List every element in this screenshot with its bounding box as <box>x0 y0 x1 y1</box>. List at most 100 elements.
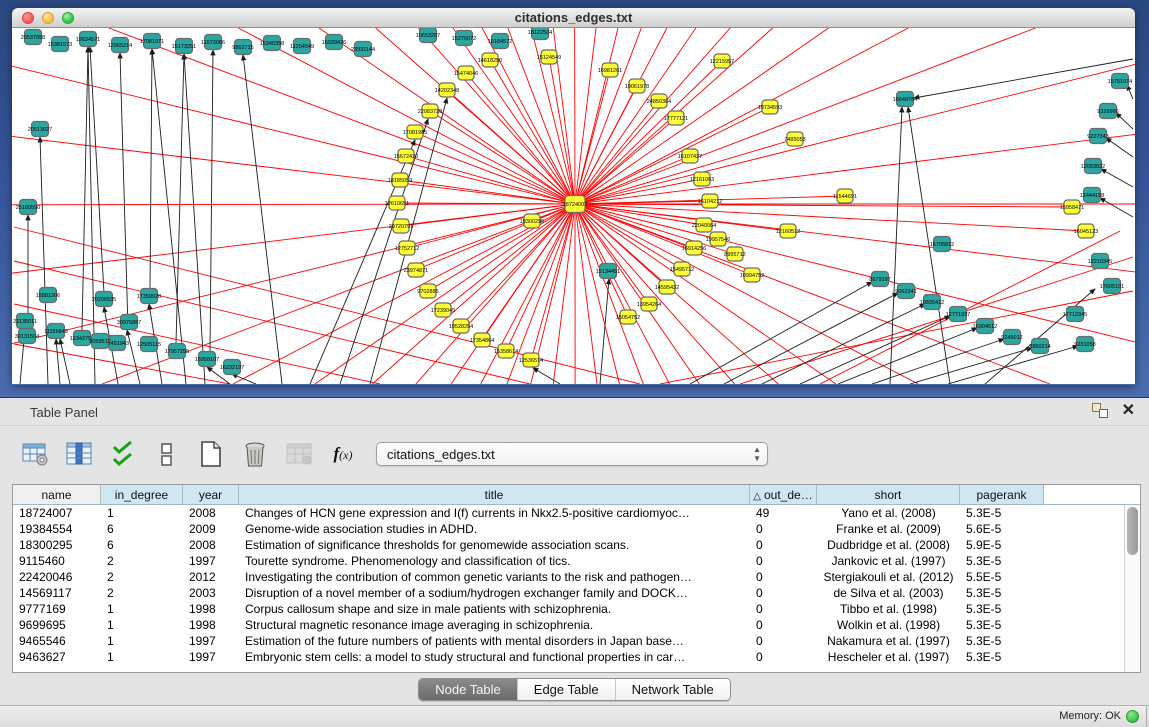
show-all-columns-button[interactable] <box>106 437 140 471</box>
graph-node[interactable]: 16104212 <box>698 194 722 208</box>
table-cell[interactable]: 1 <box>101 617 183 633</box>
graph-node[interactable]: 10994752 <box>740 268 764 282</box>
table-cell[interactable]: 0 <box>750 569 817 585</box>
table-cell[interactable]: 0 <box>750 601 817 617</box>
graph-node[interactable]: 9862715 <box>232 40 253 55</box>
column-header-name[interactable]: name <box>13 485 101 504</box>
table-cell[interactable]: Changes of HCN gene expression and I(f) … <box>239 505 750 521</box>
graph-node[interactable]: 15134451 <box>596 264 620 279</box>
table-cell[interactable]: 5.5E-5 <box>960 569 1044 585</box>
graph-node[interactable]: 12610651 <box>385 196 409 210</box>
graph-node[interactable]: 24850364 <box>647 94 671 108</box>
column-header-in_degree[interactable]: in_degree <box>101 485 183 504</box>
table-cell[interactable]: Nakamura et al. (1997) <box>817 633 960 649</box>
graph-node[interactable]: 22040064 <box>692 218 716 232</box>
graph-node[interactable]: 17081985 <box>403 125 427 139</box>
table-cell[interactable]: Tourette syndrome. Phenomenology and cla… <box>239 553 750 569</box>
graph-node[interactable]: 17354864 <box>470 333 494 347</box>
graph-node[interactable]: 17359928 <box>137 289 161 304</box>
table-cell[interactable]: de Silva et al. (2003) <box>817 585 960 601</box>
table-cell[interactable]: 2008 <box>183 505 239 521</box>
table-row[interactable]: 1872400712008Changes of HCN gene express… <box>13 505 1124 521</box>
graph-node[interactable]: 16648784 <box>893 92 917 107</box>
table-cell[interactable]: 1 <box>101 505 183 521</box>
table-cell[interactable]: 5.3E-5 <box>960 633 1044 649</box>
column-header-year[interactable]: year <box>183 485 239 504</box>
table-cell[interactable]: 1 <box>101 649 183 665</box>
table-row[interactable]: 1456911722003Disruption of a novel membe… <box>13 585 1124 601</box>
column-header-short[interactable]: short <box>817 485 960 504</box>
table-row[interactable]: 2242004622012Investigating the contribut… <box>13 569 1124 585</box>
graph-node[interactable]: 16232197 <box>220 360 244 375</box>
hide-columns-button[interactable] <box>150 437 184 471</box>
table-cell[interactable]: Corpus callosum shape and size in male p… <box>239 601 750 617</box>
graph-node[interactable]: 12444158 <box>1080 188 1104 203</box>
table-cell[interactable]: 9777169 <box>13 601 101 617</box>
graph-node[interactable]: 14202348 <box>435 83 459 97</box>
float-panel-icon[interactable] <box>1092 403 1108 418</box>
graph-node[interactable]: 11254549 <box>290 39 314 54</box>
column-header-pagerank[interactable]: pagerank <box>960 485 1044 504</box>
graph-node[interactable]: 14595432 <box>655 280 679 294</box>
table-cell[interactable]: 2012 <box>183 569 239 585</box>
table-cell[interactable]: 5.9E-5 <box>960 537 1044 553</box>
graph-node[interactable]: 7485053 <box>784 132 805 146</box>
table-cell[interactable]: 5.3E-5 <box>960 585 1044 601</box>
table-row[interactable]: 946554611997Estimation of the future num… <box>13 633 1124 649</box>
table-cell[interactable]: 9463627 <box>13 649 101 665</box>
table-cell[interactable]: Yano et al. (2008) <box>817 505 960 521</box>
graph-node[interactable]: 9227343 <box>1087 129 1108 144</box>
table-cell[interactable]: 2008 <box>183 537 239 553</box>
graph-node[interactable]: 10653287 <box>416 28 440 43</box>
table-cell[interactable]: 19384554 <box>13 521 101 537</box>
network-canvas[interactable]: 2053795816381573196345711296521417081971… <box>12 28 1135 384</box>
table-cell[interactable]: 0 <box>750 521 817 537</box>
table-cell[interactable]: 9465546 <box>13 633 101 649</box>
table-row[interactable]: 1938455462009Genome-wide association stu… <box>13 521 1124 537</box>
close-panel-icon[interactable]: ✕ <box>1122 404 1135 418</box>
table-cell[interactable]: 2 <box>101 569 183 585</box>
graph-node[interactable]: 18122504 <box>528 28 552 40</box>
table-cell[interactable]: 2003 <box>183 585 239 601</box>
table-cell[interactable]: Investigating the contribution of common… <box>239 569 750 585</box>
graph-node[interactable]: 9850214 <box>1029 339 1050 354</box>
tab-node-table[interactable]: Node Table <box>419 679 518 700</box>
graph-node[interactable]: 20206535 <box>92 292 116 307</box>
table-cell[interactable]: 22420046 <box>13 569 101 585</box>
tab-network-table[interactable]: Network Table <box>616 679 730 700</box>
table-row[interactable]: 969969511998Structural magnetic resonanc… <box>13 617 1124 633</box>
table-scrollbar-thumb[interactable] <box>1127 507 1138 555</box>
delete-column-button[interactable] <box>238 437 272 471</box>
graph-node[interactable]: 11544691 <box>833 189 857 203</box>
graph-node[interactable]: 10835412 <box>920 295 944 310</box>
table-cell[interactable]: 0 <box>750 585 817 601</box>
graph-node[interactable]: 19061978 <box>625 79 649 93</box>
graph-node[interactable]: 8995712 <box>724 247 745 261</box>
graph-node[interactable]: 16914256 <box>682 241 706 255</box>
graph-node[interactable]: 12771937 <box>946 307 970 322</box>
table-cell[interactable]: Disruption of a novel member of a sodium… <box>239 585 750 601</box>
table-cell[interactable]: 5.3E-5 <box>960 505 1044 521</box>
graph-node[interactable]: 9062341 <box>895 284 916 299</box>
table-cell[interactable]: 1998 <box>183 601 239 617</box>
create-column-button[interactable] <box>194 437 228 471</box>
table-cell[interactable]: 0 <box>750 553 817 569</box>
table-row[interactable]: 946362711997Embryonic stem cells: a mode… <box>13 649 1124 665</box>
table-cell[interactable]: 1997 <box>183 553 239 569</box>
table-cell[interactable]: Embryonic stem cells: a model to study s… <box>239 649 750 665</box>
network-window-titlebar[interactable]: citations_edges.txt <box>12 8 1135 28</box>
graph-node[interactable]: 18185059 <box>388 173 412 187</box>
graph-node[interactable]: 20513027 <box>28 122 52 137</box>
table-cell[interactable]: 0 <box>750 649 817 665</box>
table-cell[interactable]: 5.3E-5 <box>960 601 1044 617</box>
table-cell[interactable]: 5.3E-5 <box>960 553 1044 569</box>
graph-node[interactable]: 15276072 <box>452 31 476 46</box>
graph-node[interactable]: 17605101 <box>1100 279 1124 294</box>
table-cell[interactable]: 5.3E-5 <box>960 617 1044 633</box>
table-cell[interactable]: Franke et al. (2009) <box>817 521 960 537</box>
table-cell[interactable]: 14569117 <box>13 585 101 601</box>
table-cell[interactable]: 2 <box>101 585 183 601</box>
table-cell[interactable]: 49 <box>750 505 817 521</box>
table-cell[interactable]: Wolkin et al. (1998) <box>817 617 960 633</box>
graph-node[interactable]: 19528254 <box>449 319 473 333</box>
